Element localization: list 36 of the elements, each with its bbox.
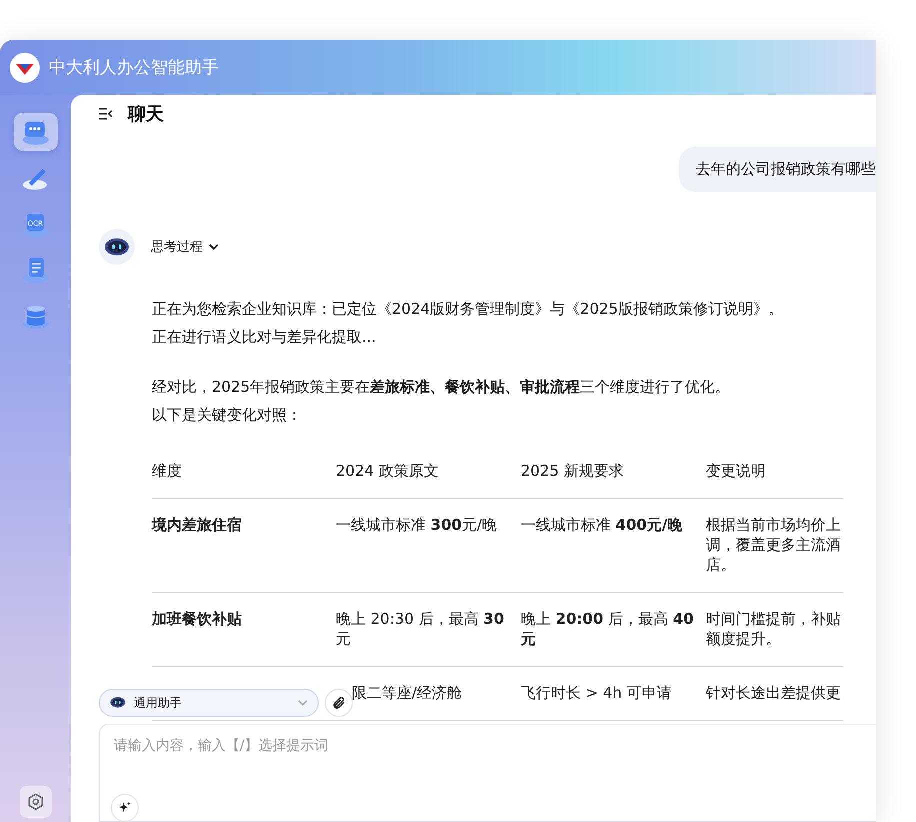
thinking-text: 正在进行语义比对与差异化提取... (152, 327, 378, 348)
answer-text: 以下是关键变化对照： (152, 405, 303, 426)
chevron-icon (298, 700, 308, 706)
settings-button[interactable] (20, 786, 52, 818)
assistant-selector[interactable]: 通用助手 (99, 689, 319, 717)
table-cell: 晚上 20:00 后，最高 40 元 (521, 593, 706, 667)
chevron-icon (209, 244, 219, 250)
robot-icon (104, 238, 130, 256)
table-cell: 根据当前市场均价上调，覆盖更多主流酒店。 (706, 499, 843, 593)
table-cell: 晚上 20:30 后，最高 30 元 (336, 593, 521, 667)
robot-icon (110, 697, 126, 709)
table-cell: 境内差旅住宿 (152, 499, 336, 593)
table-header: 2025 新规要求 (521, 455, 706, 499)
user-message: 去年的公司报销政策有哪些 (679, 147, 876, 192)
table-cell: 针对长途出差提供更 (706, 667, 843, 721)
app-title: 中大利人办公智能助手 (49, 57, 219, 79)
settings-icon (26, 793, 44, 811)
logo-icon (10, 52, 40, 82)
table-cell: 一线城市标准 300元/晚 (336, 499, 521, 593)
thinking-toggle[interactable]: 思考过程 (151, 238, 219, 256)
message-input[interactable]: 请输入内容，输入【/】选择提示词 (99, 724, 876, 822)
answer-text: 经对比，2025年报销政策主要在差旅标准、餐饮补贴、审批流程三个维度进行了优化。 (152, 377, 732, 398)
table-header: 变更说明 (706, 455, 843, 499)
table-cell: 一线城市标准 400元/晚 (521, 499, 706, 593)
table-cell: 飞行时长 > 4h 可申请 (521, 667, 706, 721)
table-cell: 加班餐饮补贴 (152, 593, 336, 667)
table-header: 维度 (152, 455, 336, 499)
sparkle-icon (118, 801, 132, 815)
attach-button[interactable] (325, 689, 353, 717)
chat-title: 聊天 (128, 103, 164, 126)
sidebar-toggle-icon[interactable] (98, 108, 114, 120)
paperclip-icon (332, 696, 346, 710)
table-header: 2024 政策原文 (336, 455, 521, 499)
thinking-text: 正在为您检索企业知识库：已定位《2024版财务管理制度》与《2025版报销政策修订说明》。 (152, 299, 784, 320)
document-icon (20, 255, 50, 285)
table-cell: 时间门槛提前，补贴额度提升。 (706, 593, 843, 667)
